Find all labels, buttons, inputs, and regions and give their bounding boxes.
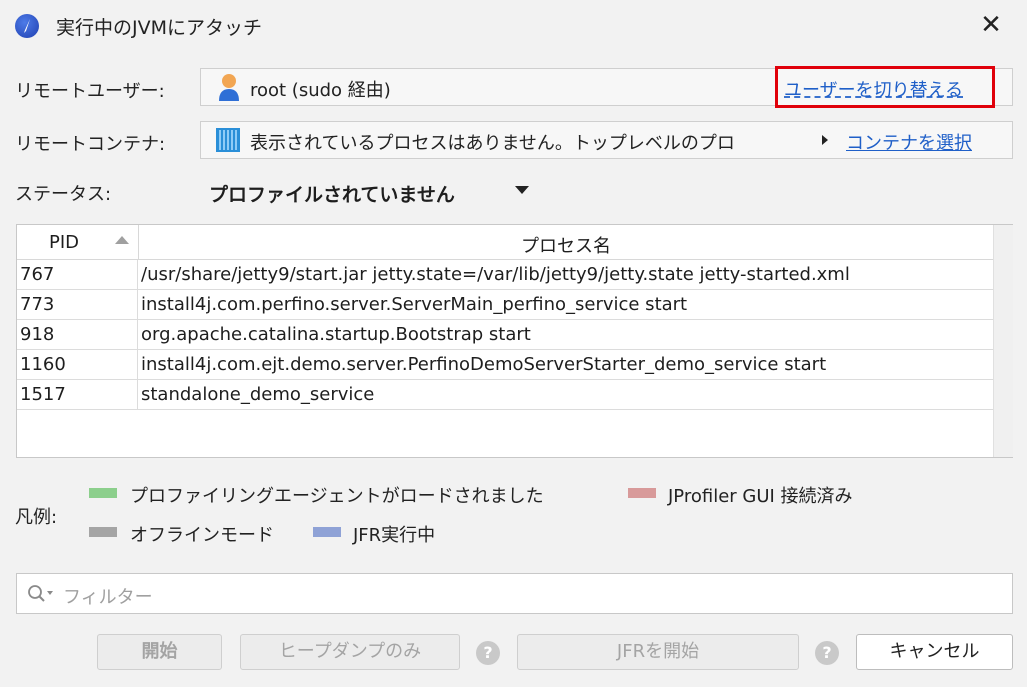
pid-cell: 773 [17,290,138,319]
pid-cell: 1517 [17,380,138,409]
legend-label: 凡例: [15,507,58,528]
heap-dump-only-button[interactable]: ヒープダンプのみ [240,634,460,670]
process-name-cell: install4j.com.ejt.demo.server.PerfinoDem… [141,354,827,375]
column-header-process-name-label: プロセス名 [521,236,611,257]
remote-container-value: 表示されているプロセスはありません。トップレベルのプロ [250,133,735,154]
remote-container-label: リモートコンテナ: [15,134,166,155]
table-scrollbar[interactable] [993,225,1013,457]
window-title: 実行中のJVMにアタッチ [56,17,262,39]
sort-ascending-icon [115,236,129,244]
close-icon[interactable]: ✕ [976,10,1006,40]
table-row[interactable]: 1517 standalone_demo_service [17,380,993,410]
process-name-cell: install4j.com.perfino.server.ServerMain_… [141,294,688,315]
table-row[interactable]: 918 org.apache.catalina.startup.Bootstra… [17,320,993,350]
process-name-cell: /usr/share/jetty9/start.jar jetty.state=… [141,264,850,285]
legend-agent-loaded: プロファイリングエージェントがロードされました [130,486,544,507]
switch-user-link-text[interactable]: ユーザーを切り替える [784,76,963,102]
help-icon[interactable]: ? [815,641,839,665]
filter-placeholder: フィルター [63,587,153,608]
more-arrow-icon [822,135,828,145]
table-row[interactable]: 773 install4j.com.perfino.server.ServerM… [17,290,993,320]
start-button[interactable]: 開始 [97,634,222,670]
legend-swatch-gui-connected [628,488,656,498]
remote-user-value: root (sudo 経由) [250,80,391,101]
app-icon [15,14,39,38]
remote-container-field: 表示されているプロセスはありません。トップレベルのプロ コンテナを選択 [200,121,1013,159]
select-container-link[interactable]: コンテナを選択 [846,129,972,155]
switch-user-link[interactable]: ユーザーを切り替える [775,66,995,108]
container-icon [216,128,240,152]
table-body: 767 /usr/share/jetty9/start.jar jetty.st… [17,260,993,410]
table-row[interactable]: 1160 install4j.com.ejt.demo.server.Perfi… [17,350,993,380]
status-label: ステータス: [15,184,112,205]
process-name-cell: org.apache.catalina.startup.Bootstrap st… [141,324,531,345]
legend-swatch-offline [89,527,117,537]
legend-jfr-running: JFR実行中 [353,525,436,546]
chevron-down-icon[interactable] [515,186,529,194]
cancel-button[interactable]: キャンセル [856,634,1013,670]
user-icon [217,72,241,102]
status-dropdown[interactable]: プロファイルされていません [209,180,455,207]
pid-cell: 918 [17,320,138,349]
table-row[interactable]: 767 /usr/share/jetty9/start.jar jetty.st… [17,260,993,290]
pid-cell: 1160 [17,350,138,379]
column-header-process-name[interactable]: プロセス名 [139,225,993,259]
legend-swatch-agent-loaded [89,488,117,498]
table-header: PID プロセス名 [17,225,993,260]
help-icon[interactable]: ? [476,641,500,665]
search-icon[interactable] [27,584,57,604]
filter-field[interactable]: フィルター [16,573,1013,614]
process-name-cell: standalone_demo_service [141,384,375,405]
legend-offline-mode: オフラインモード [130,525,274,546]
pid-cell: 767 [17,260,138,289]
process-table: PID プロセス名 767 /usr/share/jetty9/start.ja… [16,224,1013,458]
remote-user-label: リモートユーザー: [15,81,165,102]
legend-gui-connected: JProfiler GUI 接続済み [668,486,853,507]
column-header-pid[interactable]: PID [17,225,139,259]
column-header-pid-label: PID [49,232,80,253]
start-jfr-button[interactable]: JFRを開始 [517,634,799,670]
legend-swatch-jfr [313,527,341,537]
